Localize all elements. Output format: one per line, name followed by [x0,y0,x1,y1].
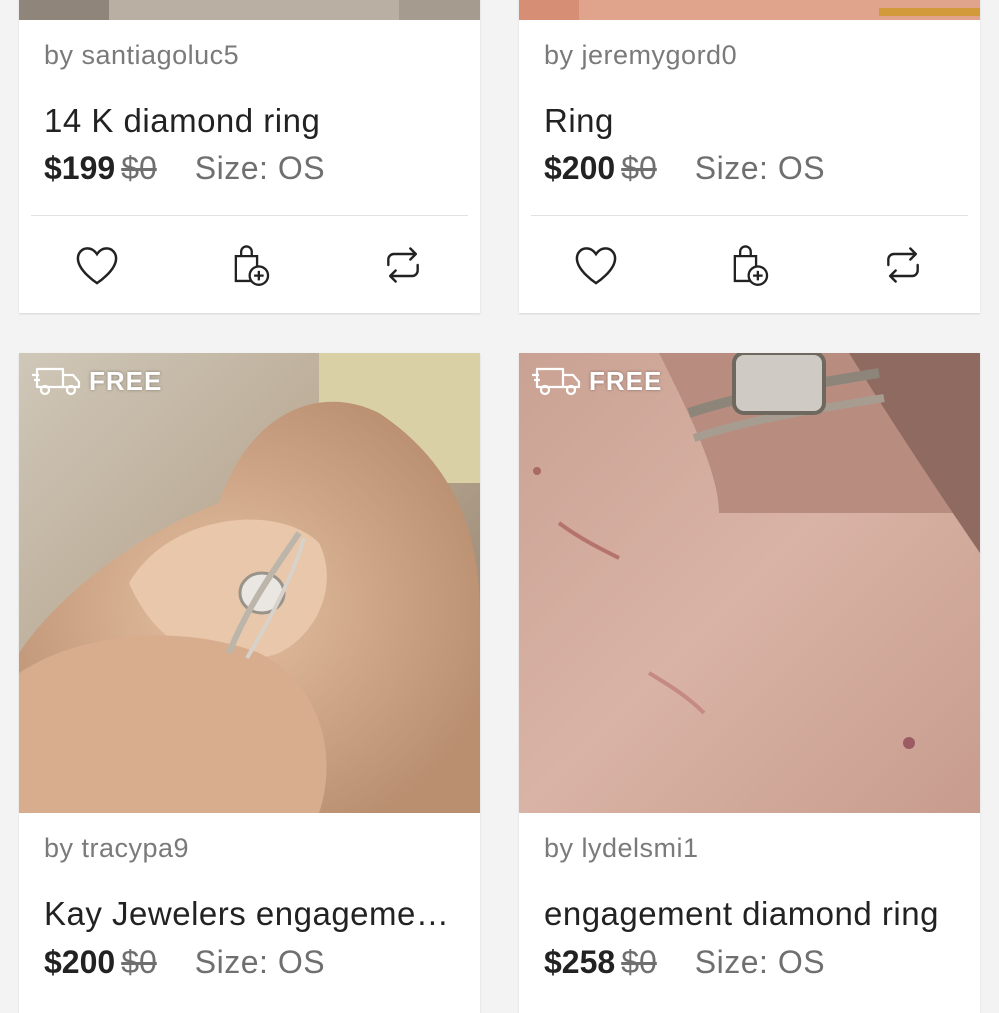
free-badge-label: FREE [589,365,663,396]
like-button[interactable] [47,215,147,313]
listing-title[interactable]: 14 K diamond ring [44,102,462,140]
size-label: Size: OS [194,150,326,186]
seller-username[interactable]: by tracypa9 [44,833,189,864]
heart-icon [575,247,617,285]
free-badge-label: FREE [89,365,163,396]
listing-image[interactable] [19,0,480,20]
price-row: $200 $0 Size: OS [544,150,825,187]
like-button[interactable] [546,215,646,313]
seller-username[interactable]: by jeremygord0 [544,40,737,71]
share-icon [387,247,419,283]
price: $199 [44,150,116,186]
size-label: Size: OS [694,150,826,186]
listing-image[interactable]: FREE [19,353,480,813]
share-button[interactable] [353,215,453,313]
add-to-bundle-button[interactable] [699,215,799,313]
seller-username[interactable]: by lydelsmi1 [544,833,699,864]
price: $200 [44,944,116,980]
price: $200 [544,150,616,186]
original-price: $0 [621,944,657,980]
listing-card[interactable]: by jeremygord0 Ring $200 $0 Size: OS [519,0,980,313]
heart-icon [76,247,118,285]
card-actions [519,215,980,313]
bag-plus-icon [234,245,270,286]
price-row: $258 $0 Size: OS [544,944,825,981]
listing-card[interactable]: FREE by lydelsmi1 engagement diamond rin… [519,353,980,1013]
share-icon [887,247,919,283]
listing-card[interactable]: FREE by tracypa9 Kay Jewelers engagement… [19,353,480,1013]
add-to-bundle-button[interactable] [200,215,300,313]
share-button[interactable] [853,215,953,313]
listing-title[interactable]: Ring [544,102,962,140]
original-price: $0 [621,150,657,186]
original-price: $0 [121,944,157,980]
bag-plus-icon [733,245,769,286]
price: $258 [544,944,616,980]
listing-image[interactable] [519,0,980,20]
free-shipping-badge: FREE [531,365,662,397]
seller-username[interactable]: by santiagoluc5 [44,40,239,71]
size-label: Size: OS [694,944,826,980]
original-price: $0 [121,150,157,186]
price-row: $200 $0 Size: OS [44,944,325,981]
free-shipping-badge: FREE [31,365,162,397]
listing-image[interactable]: FREE [519,353,980,813]
listing-card[interactable]: by santiagoluc5 14 K diamond ring $199 $0… [19,0,480,313]
truck-icon [532,367,581,396]
truck-icon [32,367,81,396]
price-row: $199 $0 Size: OS [44,150,325,187]
size-label: Size: OS [194,944,326,980]
listing-title[interactable]: engagement diamond ring [544,895,962,933]
card-actions [19,215,480,313]
listing-title[interactable]: Kay Jewelers engagement ring [44,895,462,933]
